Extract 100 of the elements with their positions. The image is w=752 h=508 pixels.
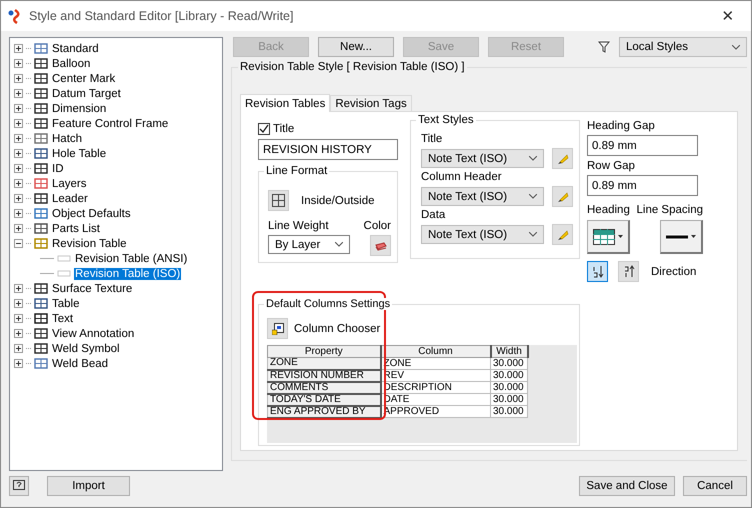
heading-button[interactable] bbox=[587, 220, 630, 254]
tree-item[interactable]: Revision Table bbox=[51, 238, 128, 250]
field-label: Heading bbox=[587, 204, 630, 216]
style-icon bbox=[34, 207, 48, 220]
expander-toggle[interactable] bbox=[14, 44, 23, 53]
column-header[interactable]: Column bbox=[380, 346, 490, 358]
style-icon bbox=[34, 147, 48, 160]
tree-item[interactable]: Balloon bbox=[51, 58, 92, 70]
field-label: Heading Gap bbox=[587, 120, 656, 132]
tree-item[interactable]: ID bbox=[51, 162, 64, 174]
group-title: Line Format bbox=[264, 165, 330, 177]
tree-item[interactable]: Hatch bbox=[51, 132, 84, 144]
expander-toggle[interactable] bbox=[14, 164, 23, 173]
expander-toggle[interactable] bbox=[14, 74, 23, 83]
style-icon bbox=[34, 162, 48, 175]
color-button[interactable] bbox=[370, 235, 391, 256]
line-icon bbox=[666, 234, 688, 238]
tree-item[interactable]: Weld Symbol bbox=[51, 342, 121, 354]
toolbar-button[interactable]: New... bbox=[318, 37, 394, 57]
tree-item[interactable]: Parts List bbox=[51, 222, 101, 234]
row-gap-field[interactable]: 0.89 mm bbox=[587, 175, 698, 196]
caret-icon bbox=[691, 235, 696, 238]
expander-toggle[interactable] bbox=[14, 194, 23, 203]
footer-button[interactable]: Import bbox=[47, 476, 130, 496]
chevron-icon bbox=[335, 242, 343, 247]
style-icon bbox=[34, 327, 48, 340]
pattern-label: Inside/Outside bbox=[301, 194, 375, 206]
help-button[interactable] bbox=[9, 476, 29, 496]
tree-item[interactable]: Text bbox=[51, 312, 74, 324]
column-header[interactable]: Width bbox=[490, 346, 528, 358]
tab[interactable]: Revision Tags bbox=[330, 95, 412, 111]
filter-dropdown[interactable]: Local Styles bbox=[619, 37, 747, 57]
line-spacing-button[interactable] bbox=[660, 220, 703, 254]
caret-icon bbox=[618, 235, 623, 238]
expander-toggle[interactable] bbox=[14, 89, 23, 98]
tree-item[interactable]: Leader bbox=[51, 192, 89, 204]
field-label: Line Weight bbox=[268, 220, 329, 232]
sort-direction-button[interactable] bbox=[587, 261, 608, 282]
footer-button[interactable]: Cancel bbox=[683, 476, 747, 496]
tab[interactable]: Revision Tables bbox=[240, 94, 330, 112]
sort-direction-button[interactable] bbox=[618, 261, 639, 282]
footer-button[interactable]: Save and Close bbox=[579, 476, 675, 496]
style-icon bbox=[34, 237, 48, 250]
grid-icon bbox=[272, 194, 285, 207]
style-icon bbox=[34, 282, 48, 295]
line-weight-dropdown[interactable]: By Layer bbox=[268, 235, 350, 254]
heading-gap-field[interactable]: 0.89 mm bbox=[587, 135, 698, 156]
expander-toggle[interactable] bbox=[14, 344, 23, 353]
tree-item[interactable]: Datum Target bbox=[51, 88, 122, 100]
text-style-dropdown[interactable]: Note Text (ISO) bbox=[421, 225, 544, 244]
text-style-dropdown[interactable]: Note Text (ISO) bbox=[421, 187, 544, 206]
expander-toggle[interactable] bbox=[14, 224, 23, 233]
tree-item[interactable]: Revision Table (ANSI) bbox=[74, 252, 188, 264]
pencil-icon bbox=[556, 228, 569, 240]
expander-toggle[interactable] bbox=[14, 359, 23, 368]
tree-item[interactable]: Revision Table (ISO) bbox=[74, 268, 182, 280]
tree-item[interactable]: Weld Bead bbox=[51, 358, 110, 370]
title-checkbox[interactable] bbox=[258, 123, 270, 135]
expander-toggle[interactable] bbox=[14, 119, 23, 128]
expander-toggle[interactable] bbox=[14, 299, 23, 308]
tree-item[interactable]: Hole Table bbox=[51, 148, 108, 160]
tree-item[interactable]: Feature Control Frame bbox=[51, 118, 170, 130]
column-chooser-button[interactable] bbox=[267, 318, 288, 339]
style-icon bbox=[34, 102, 48, 115]
chevron-icon bbox=[529, 194, 538, 199]
tree-item[interactable]: Object Defaults bbox=[51, 208, 132, 220]
expander-toggle[interactable] bbox=[14, 179, 23, 188]
tree-item[interactable]: View Annotation bbox=[51, 328, 136, 340]
expander-toggle[interactable] bbox=[14, 209, 23, 218]
expander-toggle[interactable] bbox=[14, 329, 23, 338]
expander-toggle[interactable] bbox=[14, 59, 23, 68]
expander-toggle[interactable] bbox=[14, 239, 23, 248]
expander-toggle[interactable] bbox=[14, 314, 23, 323]
column-header[interactable]: Property bbox=[268, 346, 380, 358]
tree-item[interactable]: Table bbox=[51, 298, 80, 310]
close-button[interactable]: ✕ bbox=[705, 6, 751, 26]
style-icon bbox=[34, 357, 48, 370]
chevron-icon bbox=[732, 44, 740, 50]
table-cell: ZONE bbox=[268, 358, 380, 370]
style-icon bbox=[34, 42, 48, 55]
sort-down-icon bbox=[592, 265, 604, 278]
tree-item[interactable]: Center Mark bbox=[51, 72, 116, 84]
checkbox-label: Title bbox=[273, 123, 294, 135]
help-icon bbox=[13, 480, 25, 492]
style-icon bbox=[34, 72, 48, 85]
expander-toggle[interactable] bbox=[14, 284, 23, 293]
style-icon bbox=[34, 312, 48, 325]
title-field[interactable]: REVISION HISTORY bbox=[258, 139, 398, 160]
tree-item[interactable]: Layers bbox=[51, 178, 88, 190]
expander-toggle[interactable] bbox=[14, 134, 23, 143]
expander-toggle[interactable] bbox=[14, 149, 23, 158]
tree-item[interactable]: Dimension bbox=[51, 102, 108, 114]
expander-toggle[interactable] bbox=[14, 104, 23, 113]
table-icon bbox=[593, 228, 615, 244]
text-style-dropdown[interactable]: Note Text (ISO) bbox=[421, 149, 544, 168]
line-pattern-button[interactable] bbox=[268, 190, 289, 211]
tree-item[interactable]: Standard bbox=[51, 42, 100, 54]
style-icon bbox=[34, 117, 48, 130]
layers-icon bbox=[374, 240, 386, 250]
tree-item[interactable]: Surface Texture bbox=[51, 282, 134, 294]
